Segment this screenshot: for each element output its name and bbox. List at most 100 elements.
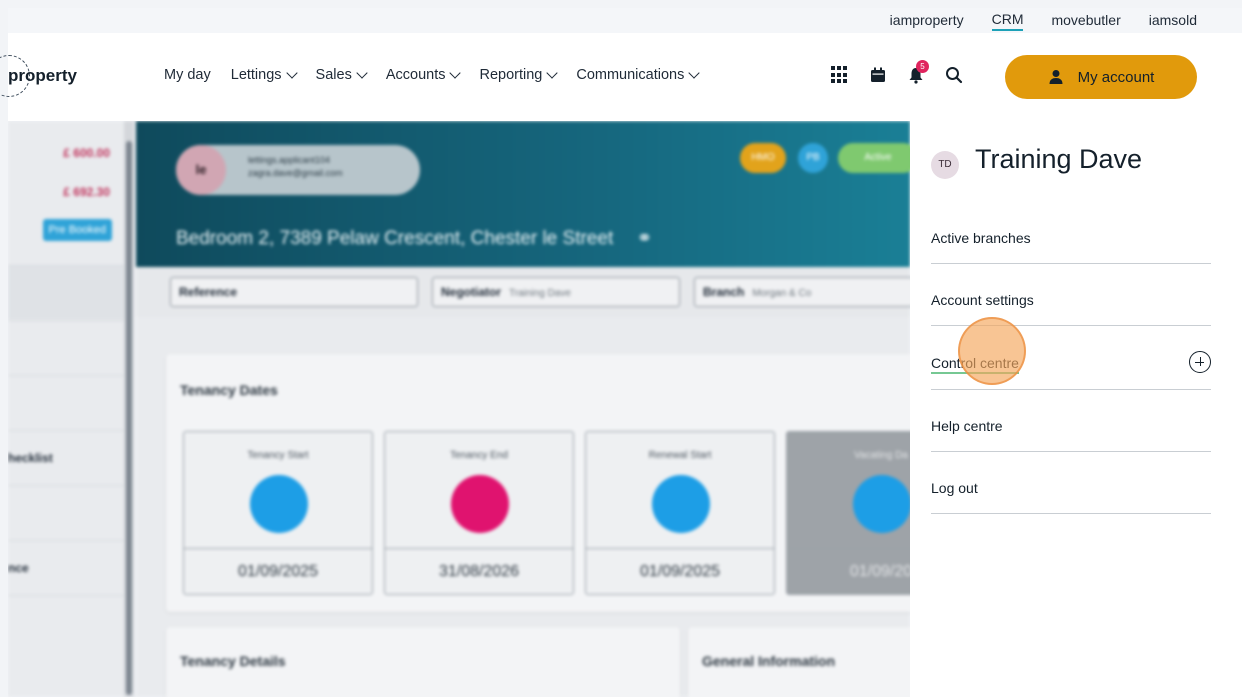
search-icon[interactable]: [945, 66, 963, 84]
applicant-email: lettings.applicant104 zagra.dave@gmail.c…: [248, 154, 343, 180]
reference-field[interactable]: Reference: [170, 277, 418, 307]
list-item[interactable]: [8, 375, 126, 429]
user-icon: [1049, 70, 1063, 84]
menu-item-label: Active branches: [931, 230, 1031, 246]
menu-item-label: Log out: [931, 480, 978, 496]
main-header: property My day Lettings Sales Accounts …: [0, 33, 1242, 121]
my-account-button[interactable]: My account: [1005, 55, 1197, 99]
nav-lettings[interactable]: Lettings: [230, 67, 298, 83]
calendar-icon[interactable]: [869, 66, 887, 84]
list-item[interactable]: [8, 265, 126, 319]
negotiator-value: Training Dave: [509, 288, 571, 299]
scrollbar-thumb[interactable]: [126, 141, 132, 695]
chevron-down-icon: [356, 67, 368, 79]
pre-booked-badge: Pre Booked: [42, 219, 112, 241]
expand-plus-icon[interactable]: [1189, 351, 1211, 373]
negotiator-label: Negotiator: [441, 285, 501, 299]
user-name: Training Dave: [975, 144, 1143, 174]
list-item[interactable]: [8, 595, 126, 649]
branch-label: Branch: [703, 285, 745, 299]
left-scrollbar[interactable]: [124, 121, 134, 697]
nav-accounts[interactable]: Accounts: [385, 67, 462, 83]
chevron-down-icon: [449, 67, 462, 79]
menu-item-active-branches[interactable]: Active branches: [931, 202, 1211, 264]
renewal-start-tile[interactable]: Renewal Start 01/09/2025: [585, 431, 775, 595]
tenancy-dates-title: Tenancy Dates: [180, 382, 278, 398]
list-item[interactable]: [8, 320, 126, 374]
tile-label: Tenancy Start: [247, 450, 309, 461]
background-blur-layer: £ 600.00 £ 692.30 Pre Booked hecklist nc…: [8, 121, 910, 697]
brand-link-crm[interactable]: CRM: [991, 11, 1024, 31]
nav-label: Accounts: [385, 67, 446, 83]
nav-label: Lettings: [230, 67, 282, 83]
property-banner: le lettings.applicant104 zagra.dave@gmai…: [136, 121, 910, 267]
menu-item-log-out[interactable]: Log out: [931, 452, 1211, 514]
header-icons: 5: [831, 60, 963, 84]
user-avatar: TD: [931, 151, 959, 179]
background-content: £ 600.00 £ 692.30 Pre Booked hecklist nc…: [8, 121, 910, 697]
applicant-name: lettings.applicant104: [248, 155, 331, 165]
left-summary-column: £ 600.00 £ 692.30 Pre Booked hecklist nc…: [8, 121, 126, 697]
chevron-down-icon: [546, 67, 559, 79]
notification-count-badge: 5: [916, 60, 929, 73]
tile-label: Vacating Da: [854, 450, 908, 461]
menu-item-label: Help centre: [931, 418, 1003, 434]
general-information-title: General Information: [702, 653, 836, 669]
negotiator-select[interactable]: Negotiator Training Dave: [432, 277, 680, 307]
menu-item-label: Account settings: [931, 292, 1034, 308]
notifications-bell-icon[interactable]: 5: [907, 60, 929, 84]
tenancy-end-tile[interactable]: Tenancy End 31/08/2026: [384, 431, 574, 595]
brand-link-iamproperty[interactable]: iamproperty: [890, 12, 964, 30]
applicant-pill[interactable]: le lettings.applicant104 zagra.dave@gmai…: [176, 145, 420, 195]
nav-label: Communications: [576, 67, 685, 83]
menu-item-account-settings[interactable]: Account settings: [931, 264, 1211, 326]
applicant-avatar: le: [176, 145, 226, 195]
nav-label: Reporting: [479, 67, 543, 83]
chevron-down-icon: [285, 67, 298, 79]
applicant-email-address: zagra.dave@gmail.com: [248, 168, 343, 178]
menu-item-help-centre[interactable]: Help centre: [931, 390, 1211, 452]
calendar-icon: [853, 475, 910, 533]
property-address: Bedroom 2, 7389 Pelaw Crescent, Chester …: [176, 227, 652, 250]
link-icon[interactable]: ⚭: [637, 228, 653, 249]
brand-bar: iamproperty CRM movebutler iamsold: [8, 8, 1242, 33]
nav-label: Sales: [315, 67, 352, 83]
hmo-tag: HMO: [740, 143, 786, 173]
branch-select[interactable]: Branch Morgan & Co: [694, 277, 910, 307]
app-page: iamproperty CRM movebutler iamsold prope…: [0, 0, 1242, 697]
tile-date: 31/08/2026: [385, 548, 573, 594]
branch-value: Morgan & Co: [752, 288, 812, 299]
list-item[interactable]: hecklist: [8, 430, 126, 484]
tile-date: 01/09/2025: [184, 548, 372, 594]
vacating-date-tile[interactable]: Vacating Da 01/09/20: [786, 431, 910, 595]
nav-reporting[interactable]: Reporting: [479, 67, 559, 83]
calendar-icon: [250, 475, 308, 533]
apps-grid-icon[interactable]: [831, 66, 849, 84]
brand-link-iamsold[interactable]: iamsold: [1149, 12, 1197, 30]
tile-label: Renewal Start: [648, 450, 712, 461]
pb-tag: PB: [798, 143, 828, 173]
tenancy-start-tile[interactable]: Tenancy Start 01/09/2025: [183, 431, 373, 595]
tenancy-details-title: Tenancy Details: [180, 653, 286, 669]
chevron-down-icon: [688, 67, 701, 79]
nav-my-day[interactable]: My day: [164, 67, 211, 83]
nav-label: My day: [164, 67, 211, 83]
main-nav: My day Lettings Sales Accounts Reporting…: [164, 67, 701, 83]
general-information-card: General Information: [688, 627, 910, 697]
click-indicator: [958, 317, 1026, 385]
tenancy-details-card: Tenancy Details: [166, 627, 680, 697]
list-item[interactable]: nce: [8, 540, 126, 594]
nav-sales[interactable]: Sales: [315, 67, 368, 83]
logo[interactable]: property: [8, 66, 77, 86]
address-text: Bedroom 2, 7389 Pelaw Crescent, Chester …: [176, 228, 614, 249]
amount-value: £ 600.00: [63, 146, 110, 160]
calendar-icon: [451, 475, 509, 533]
list-item[interactable]: [8, 485, 126, 539]
nav-communications[interactable]: Communications: [576, 67, 701, 83]
my-account-label: My account: [1077, 68, 1155, 86]
active-tag: Active: [838, 143, 910, 173]
calendar-icon: [652, 475, 710, 533]
account-panel: TD Training Dave Active branches Account…: [910, 121, 1242, 697]
brand-link-movebutler[interactable]: movebutler: [1051, 12, 1120, 30]
filter-bar: Reference Negotiator Training Dave Branch…: [136, 267, 910, 317]
